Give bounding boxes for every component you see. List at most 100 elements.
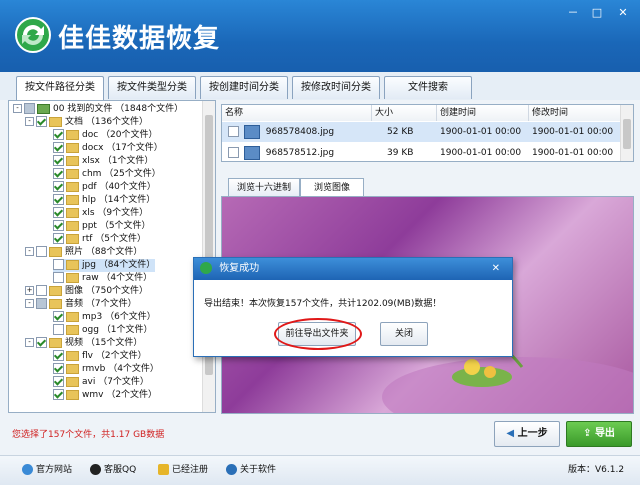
tree-item[interactable]: docx （17个文件） [53, 142, 163, 155]
folder-icon [66, 181, 79, 192]
expand-icon[interactable]: + [25, 286, 34, 295]
folder-icon [49, 116, 62, 127]
collapse-icon[interactable]: - [13, 104, 22, 113]
checkbox[interactable] [53, 272, 64, 283]
col-size[interactable]: 大小 [372, 105, 437, 121]
checkbox[interactable] [228, 126, 239, 137]
col-modified[interactable]: 修改时间 [529, 105, 621, 121]
collapse-icon[interactable]: - [25, 338, 34, 347]
tree-item-photos[interactable]: - 照片 （88个文件） [25, 246, 142, 259]
tree-label: docx （17个文件） [82, 143, 163, 153]
checkbox[interactable] [53, 363, 64, 374]
checkbox[interactable] [53, 168, 64, 179]
checkbox[interactable] [53, 207, 64, 218]
tree-item[interactable]: ogg （1个文件） [53, 324, 153, 337]
tree-label: wmv （2个文件） [82, 390, 158, 400]
tab-search[interactable]: 文件搜索 [384, 76, 472, 99]
tree-item[interactable]: rtf （5个文件） [53, 233, 146, 246]
checkbox[interactable] [228, 147, 239, 158]
tree-item[interactable]: pdf （40个文件） [53, 181, 156, 194]
checkbox[interactable] [24, 103, 35, 114]
folder-icon [66, 376, 79, 387]
filelist-scrollbar[interactable] [620, 105, 633, 161]
tree-item[interactable]: mp3 （6个文件） [53, 311, 156, 324]
tree-item[interactable]: chm （25个文件） [53, 168, 161, 181]
tree-item-audio[interactable]: - 音频 （7个文件） [25, 298, 137, 311]
maximize-button[interactable]: □ [588, 6, 606, 20]
dialog-close-button[interactable]: 关闭 [380, 322, 428, 346]
tab-by-type[interactable]: 按文件类型分类 [108, 76, 196, 99]
scroll-thumb[interactable] [623, 119, 631, 149]
version-number: V6.1.2 [595, 465, 625, 475]
checkbox[interactable] [53, 350, 64, 361]
checkbox[interactable] [53, 194, 64, 205]
tree-label: 00 找到的文件 （1848个文件） [53, 104, 184, 114]
image-file-icon [243, 124, 260, 139]
tree-item[interactable]: wmv （2个文件） [53, 389, 157, 402]
checkbox[interactable] [36, 116, 47, 127]
checkbox[interactable] [53, 220, 64, 231]
tree-item[interactable]: ppt （5个文件） [53, 220, 151, 233]
col-created[interactable]: 创建时间 [437, 105, 529, 121]
tree-root[interactable]: - 00 找到的文件 （1848个文件） [13, 103, 183, 116]
close-window-button[interactable]: ✕ [614, 6, 632, 20]
tree-item[interactable]: avi （7个文件） [53, 376, 149, 389]
tree-item[interactable]: xlsx （1个文件） [53, 155, 153, 168]
tree-label: raw （4个文件） [82, 273, 153, 283]
tree-item[interactable]: doc （20个文件） [53, 129, 157, 142]
file-name: 968578512.jpg [265, 148, 335, 158]
export-button[interactable]: ⇪ 导出 [566, 421, 632, 447]
folder-icon [66, 168, 79, 179]
tree-label: flv （2个文件） [82, 351, 147, 361]
tree-item[interactable]: hlp （14个文件） [53, 194, 155, 207]
checkbox[interactable] [36, 246, 47, 257]
registered-link[interactable]: 已经注册 [158, 464, 208, 476]
checkbox[interactable] [53, 233, 64, 244]
export-icon: ⇪ [583, 428, 595, 439]
prev-step-button[interactable]: ◀ 上一步 [494, 421, 560, 447]
tree-item[interactable]: xls （9个文件） [53, 207, 148, 220]
table-row[interactable]: 968578512.jpg 39 KB 1900-01-01 00:00 190… [222, 143, 622, 161]
official-site-link[interactable]: 官方网站 [22, 464, 72, 476]
tree-item-docs[interactable]: - 文档 （136个文件） [25, 116, 148, 129]
tab-hex-view[interactable]: 浏览十六进制 [228, 178, 300, 197]
checkbox[interactable] [53, 155, 64, 166]
tab-by-path[interactable]: 按文件路径分类 [16, 76, 104, 100]
checkbox[interactable] [53, 324, 64, 335]
tree-label: chm （25个文件） [82, 169, 161, 179]
checkbox[interactable] [36, 337, 47, 348]
app-small-icon [200, 262, 212, 274]
dialog-close-icon[interactable]: ✕ [492, 258, 500, 280]
tree-item-video[interactable]: - 视频 （15个文件） [25, 337, 142, 350]
checkbox[interactable] [53, 311, 64, 322]
tree-item-selected[interactable]: jpg （84个文件） [53, 259, 156, 272]
checkbox[interactable] [36, 298, 47, 309]
folder-icon [66, 389, 79, 400]
tab-by-created[interactable]: 按创建时间分类 [200, 76, 288, 99]
checkbox[interactable] [53, 129, 64, 140]
collapse-icon[interactable]: - [25, 247, 34, 256]
qq-support-link[interactable]: 客服QQ [90, 464, 136, 476]
checkbox[interactable] [36, 285, 47, 296]
tree-item[interactable]: raw （4个文件） [53, 272, 152, 285]
ie-icon [22, 464, 33, 475]
file-created: 1900-01-01 00:00 [440, 127, 522, 137]
col-name[interactable]: 名称 [222, 105, 372, 121]
checkbox[interactable] [53, 142, 64, 153]
tab-image-view[interactable]: 浏览图像 [300, 178, 364, 197]
checkbox[interactable] [53, 259, 64, 270]
about-link[interactable]: 关于软件 [226, 464, 276, 476]
tab-by-modified[interactable]: 按修改时间分类 [292, 76, 380, 99]
checkbox[interactable] [53, 376, 64, 387]
minimize-button[interactable]: － [564, 6, 582, 20]
tree-item[interactable]: flv （2个文件） [53, 350, 147, 363]
image-file-icon [243, 145, 260, 160]
tree-item[interactable]: rmvb （4个文件） [53, 363, 159, 376]
dialog-title: 恢复成功 [219, 263, 260, 274]
table-row[interactable]: 968578408.jpg 52 KB 1900-01-01 00:00 190… [222, 122, 622, 142]
tree-item-images[interactable]: + 图像 （750个文件） [25, 285, 148, 298]
collapse-icon[interactable]: - [25, 299, 34, 308]
collapse-icon[interactable]: - [25, 117, 34, 126]
checkbox[interactable] [53, 389, 64, 400]
checkbox[interactable] [53, 181, 64, 192]
